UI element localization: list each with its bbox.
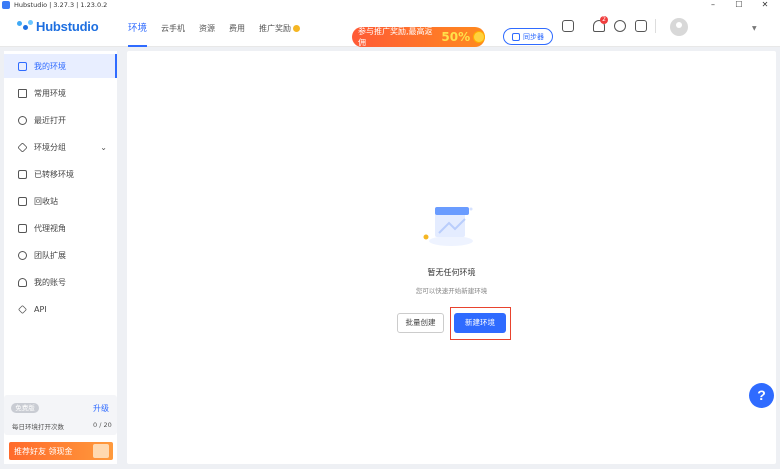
logo-text: Hubstudio [36, 19, 99, 34]
chevron-down-icon[interactable]: ⌄ [100, 143, 107, 152]
empty-state-title: 暂无任何环境 [427, 268, 476, 277]
sidebar-item-label: API [34, 304, 47, 314]
promo-text: 参与推广奖励,最高返佣 [358, 27, 433, 47]
sidebar-item-api[interactable]: API [4, 297, 117, 321]
sidebar-item-label: 我的环境 [34, 61, 66, 71]
promo-banner[interactable]: 参与推广奖励,最高返佣 50% [352, 27, 485, 47]
logo-mark-icon [17, 19, 33, 34]
sidebar-item-recent[interactable]: 最近打开 [4, 108, 117, 132]
nav-tab-referral-label: 推广奖励 [259, 24, 292, 33]
top-header: Hubstudio 环境 云手机 资源 费用 推广奖励 参与推广奖励,最高返佣 … [0, 10, 780, 47]
user-icon [18, 277, 27, 287]
layers-icon [17, 141, 28, 153]
batch-create-button[interactable]: 批量创建 [397, 313, 444, 333]
referral-banner[interactable]: 推荐好友 领现金 [9, 442, 113, 460]
main-nav: 环境 云手机 资源 费用 推广奖励 [128, 10, 314, 47]
window-title: Hubstudio | 3.27.3 | 1.23.0.2 [14, 1, 108, 9]
sidebar-item-my-environments[interactable]: 我的环境 [4, 54, 117, 78]
sync-button[interactable]: 同步器 [503, 28, 553, 45]
daily-open-count: 0 / 20 [93, 421, 112, 429]
proxy-icon [18, 223, 27, 233]
notification-badge: 2 [600, 16, 608, 24]
document-icon[interactable] [635, 20, 647, 32]
screen-icon[interactable] [562, 20, 574, 32]
folder-icon [18, 61, 27, 71]
sidebar-item-team-extension[interactable]: 团队扩展 [4, 243, 117, 267]
sidebar-item-groups[interactable]: 环境分组 ⌄ [4, 135, 117, 159]
promo-coin-icon [473, 31, 485, 43]
extension-icon [18, 250, 27, 260]
empty-state-illustration [423, 207, 473, 246]
user-avatar[interactable] [670, 18, 688, 36]
sidebar-item-label: 我的账号 [34, 277, 66, 287]
trash-icon [18, 196, 27, 206]
upgrade-link[interactable]: 升级 [93, 403, 109, 414]
sidebar-item-label: 回收站 [34, 196, 58, 206]
main-content: 暂无任何环境 您可以快速开始新建环境 批量创建 新建环境 [127, 51, 776, 464]
sync-label: 同步器 [523, 32, 544, 41]
sidebar-item-label: 常用环境 [34, 88, 66, 98]
sync-icon [512, 32, 520, 41]
plan-badge: 免费版 [11, 403, 39, 413]
sidebar-item-label: 环境分组 [34, 142, 66, 152]
api-icon [18, 304, 27, 314]
nav-tab-resources[interactable]: 资源 [199, 10, 215, 47]
nav-tab-referral[interactable]: 推广奖励 [259, 10, 301, 47]
sidebar-item-label: 团队扩展 [34, 250, 66, 260]
nav-tab-billing[interactable]: 费用 [229, 10, 245, 47]
nav-tab-environment[interactable]: 环境 [128, 10, 148, 47]
sidebar-item-my-account[interactable]: 我的账号 [4, 270, 117, 294]
coin-icon [293, 25, 301, 32]
empty-state-subtitle: 您可以快速开始新建环境 [415, 287, 488, 295]
nav-tab-cloud-phone[interactable]: 云手机 [161, 10, 185, 47]
sidebar-item-favorites[interactable]: 常用环境 [4, 81, 117, 105]
sidebar-item-label: 已转移环境 [34, 169, 74, 179]
sidebar-item-label: 最近打开 [34, 115, 66, 125]
logo[interactable]: Hubstudio [17, 19, 99, 34]
title-bar: Hubstudio | 3.27.3 | 1.23.0.2 – ☐ ✕ [0, 0, 780, 10]
sidebar-item-transferred[interactable]: 已转移环境 [4, 162, 117, 186]
sidebar-item-recycle-bin[interactable]: 回收站 [4, 189, 117, 213]
gift-icon [93, 444, 109, 458]
promo-percent: 50% [441, 30, 471, 44]
chevron-down-icon[interactable]: ▼ [752, 25, 757, 32]
highlight-box: 新建环境 [450, 307, 511, 340]
transfer-icon [18, 169, 27, 179]
header-divider [655, 19, 656, 33]
star-icon [18, 88, 27, 98]
help-icon[interactable]: ? [749, 383, 774, 408]
refresh-icon[interactable] [614, 20, 626, 32]
app-icon [2, 1, 10, 9]
referral-text: 推荐好友 领现金 [14, 446, 73, 456]
sidebar-item-proxy-view[interactable]: 代理视角 [4, 216, 117, 240]
clock-icon [18, 115, 27, 125]
plan-card: 免费版 升级 每日环境打开次数 0 / 20 [4, 395, 117, 435]
sidebar-item-label: 代理视角 [34, 223, 66, 233]
new-environment-button[interactable]: 新建环境 [454, 313, 506, 333]
daily-open-label: 每日环境打开次数 [12, 423, 64, 431]
